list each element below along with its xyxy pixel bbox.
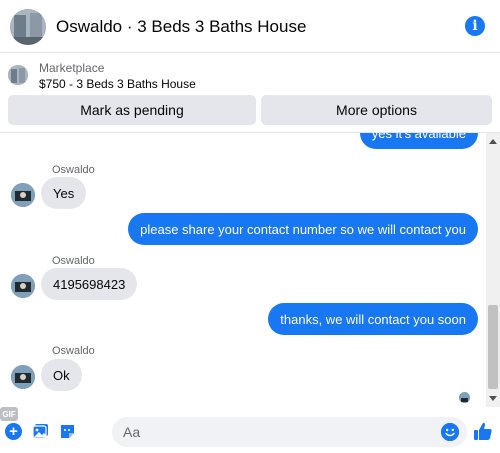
message-composer: + GIF xyxy=(0,407,500,453)
scroll-down-arrow-icon[interactable] xyxy=(489,396,497,401)
sender-avatar[interactable] xyxy=(11,183,35,207)
sender-name: Oswaldo xyxy=(52,255,95,267)
outgoing-message[interactable]: yes it's available xyxy=(359,133,478,149)
sender-name: Oswaldo xyxy=(52,345,95,357)
sender-name: Oswaldo xyxy=(52,164,95,176)
message-scrollbar[interactable] xyxy=(486,133,500,407)
sticker-icon[interactable] xyxy=(59,423,76,440)
plus-icon[interactable]: + xyxy=(5,423,22,440)
sender-avatar[interactable] xyxy=(11,274,35,298)
message-list[interactable]: yes it's available Oswaldo Yes please sh… xyxy=(0,133,486,407)
outgoing-message[interactable]: please share your contact number so we w… xyxy=(128,213,478,245)
incoming-message[interactable]: 4195698423 xyxy=(41,268,138,300)
incoming-message[interactable]: Ok xyxy=(41,359,82,391)
listing-avatar[interactable] xyxy=(10,9,46,45)
listing-thumbnail[interactable] xyxy=(8,65,28,85)
scroll-thumb[interactable] xyxy=(488,305,498,389)
info-icon[interactable]: i xyxy=(465,16,485,36)
message-input[interactable] xyxy=(112,417,467,447)
like-icon[interactable] xyxy=(473,421,493,441)
gif-icon[interactable]: GIF xyxy=(0,407,18,421)
marketplace-panel: Marketplace $750 - 3 Beds 3 Baths House … xyxy=(0,53,500,133)
listing-summary[interactable]: $750 - 3 Beds 3 Baths House xyxy=(39,77,196,91)
sender-avatar[interactable] xyxy=(11,365,35,389)
seen-indicator-avatar xyxy=(459,392,470,403)
outgoing-message[interactable]: thanks, we will contact you soon xyxy=(268,303,478,335)
photo-icon[interactable] xyxy=(32,423,49,440)
conversation-title[interactable]: Oswaldo · 3 Beds 3 Baths House xyxy=(56,17,306,37)
mark-as-pending-button[interactable]: Mark as pending xyxy=(8,95,256,125)
incoming-message[interactable]: Yes xyxy=(41,177,87,209)
marketplace-label: Marketplace xyxy=(39,61,105,75)
scroll-up-arrow-icon[interactable] xyxy=(489,139,497,144)
conversation-header: Oswaldo · 3 Beds 3 Baths House i xyxy=(0,0,500,53)
emoji-icon[interactable] xyxy=(441,423,459,441)
more-options-button[interactable]: More options xyxy=(261,95,492,125)
